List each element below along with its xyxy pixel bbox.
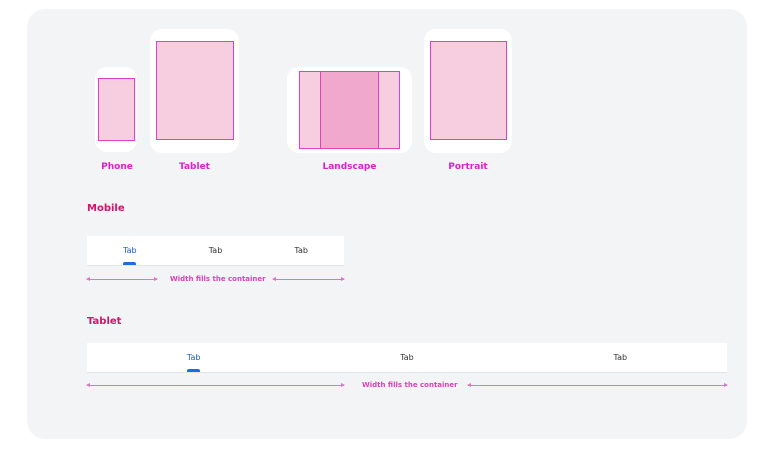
- landscape-center-pane: [320, 71, 379, 149]
- tablet-tab-bar: Tab Tab Tab: [87, 343, 727, 373]
- tablet-tab-3[interactable]: Tab: [514, 343, 727, 372]
- tablet-tab-active-indicator: [187, 369, 201, 372]
- mobile-measure-arrow-left-icon: [86, 277, 90, 281]
- tablet-measure-arrow-mid-right-icon: [467, 383, 471, 387]
- tablet-label: Tablet: [179, 162, 210, 172]
- phone-label: Phone: [101, 162, 133, 172]
- mobile-measure-label: Width fills the container: [170, 275, 266, 283]
- portrait-screen: [430, 41, 507, 140]
- tablet-screen: [156, 41, 234, 140]
- tablet-tab-1[interactable]: Tab: [87, 343, 300, 372]
- mobile-tab-3-label: Tab: [294, 246, 308, 255]
- tablet-measure-line-right: [467, 383, 728, 387]
- tablet-tab-1-label: Tab: [186, 353, 201, 362]
- tablet-section-title: Tablet: [87, 316, 122, 327]
- mobile-section-title: Mobile: [87, 203, 125, 214]
- mobile-tab-1-label: Tab: [123, 246, 137, 255]
- mobile-tab-3[interactable]: Tab: [258, 236, 344, 265]
- tablet-tab-2-label: Tab: [400, 353, 414, 362]
- mobile-measure-arrow-right-icon: [341, 277, 345, 281]
- mobile-measure-line-right: [272, 277, 345, 281]
- mobile-tab-1[interactable]: Tab: [87, 236, 173, 265]
- mobile-measure-line-left: [86, 277, 158, 281]
- tablet-measure-label: Width fills the container: [362, 381, 458, 389]
- phone-screen: [98, 78, 135, 141]
- mobile-measure-arrow-mid-right-icon: [272, 277, 276, 281]
- tablet-measure-arrow-left-icon: [86, 383, 90, 387]
- mobile-tab-bar: Tab Tab Tab: [87, 236, 344, 266]
- tablet-measure-arrow-right-icon: [724, 383, 728, 387]
- tablet-measure-line-left: [86, 383, 345, 387]
- portrait-label: Portrait: [448, 162, 488, 172]
- mobile-tab-active-indicator: [123, 262, 137, 265]
- landscape-label: Landscape: [322, 162, 377, 172]
- tablet-tab-2[interactable]: Tab: [300, 343, 513, 372]
- tablet-tab-3-label: Tab: [613, 353, 628, 362]
- mobile-tab-2[interactable]: Tab: [173, 236, 259, 265]
- mobile-tab-2-label: Tab: [208, 246, 223, 255]
- mobile-measure-arrow-mid-left-icon: [154, 277, 158, 281]
- tablet-measure-arrow-mid-left-icon: [341, 383, 345, 387]
